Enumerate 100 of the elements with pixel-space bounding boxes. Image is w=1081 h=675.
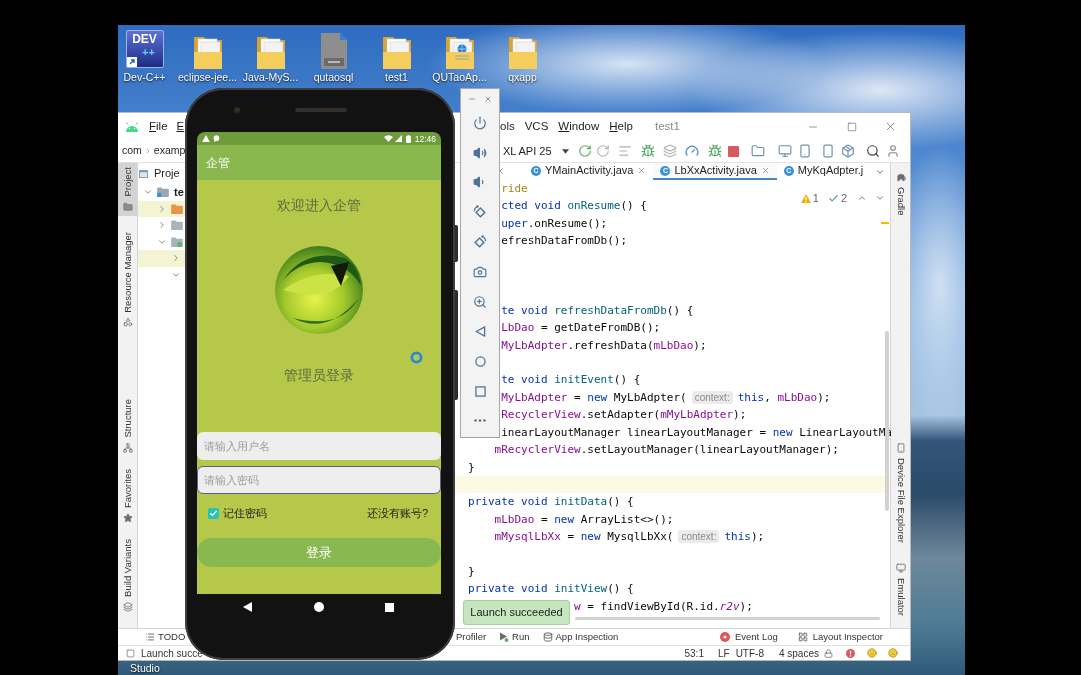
- breadcrumb-item[interactable]: com: [122, 143, 142, 159]
- tool-window-button[interactable]: Resource Manager: [118, 227, 137, 332]
- status-bar-item[interactable]: LF: [717, 645, 730, 661]
- list-icon: [145, 632, 155, 642]
- rotate-right-icon[interactable]: [473, 235, 487, 250]
- status-bar-item[interactable]: 4 spaces: [778, 645, 819, 661]
- scrollbar-thumb[interactable]: [575, 617, 880, 620]
- register-link[interactable]: 还没有账号?: [366, 504, 428, 522]
- phone-icon[interactable]: [820, 144, 835, 158]
- camera-icon[interactable]: [473, 264, 487, 279]
- tool-window-button[interactable]: Run: [499, 629, 530, 645]
- status-message[interactable]: Launch succe: [141, 645, 203, 661]
- tool-window-button[interactable]: Favorites: [118, 465, 137, 528]
- user-icon[interactable]: [885, 144, 900, 158]
- tool-window-button[interactable]: Event Log: [719, 629, 778, 645]
- folder-icon[interactable]: [750, 144, 765, 158]
- menu-item[interactable]: ols: [500, 117, 515, 136]
- layers-icon[interactable]: [662, 144, 677, 158]
- tool-window-button[interactable]: Device File Explorer: [891, 439, 910, 547]
- square-icon[interactable]: [385, 602, 394, 612]
- warning-icon[interactable]: [800, 193, 811, 203]
- parameter-hint: context:: [678, 530, 720, 544]
- code-text: uper.onResume();: [501, 215, 608, 232]
- close-icon[interactable]: [484, 94, 492, 103]
- tool-window-button[interactable]: Emulator: [891, 559, 910, 620]
- document-icon[interactable]: [319, 32, 348, 70]
- code-text: mRecyclerView.setLayoutManager(linearLayoutManager);: [494, 442, 839, 459]
- chevron-right-icon[interactable]: [157, 220, 167, 231]
- frown-icon[interactable]: [888, 648, 898, 658]
- status-bar-item[interactable]: UTF-8: [735, 645, 764, 661]
- search-icon[interactable]: [865, 144, 880, 158]
- check-icon: [209, 508, 218, 518]
- alert-circle-icon[interactable]: [846, 648, 855, 658]
- phone-icon[interactable]: [797, 144, 812, 158]
- lines-icon[interactable]: [617, 144, 632, 158]
- icon-label[interactable]: Dev-C++: [123, 71, 166, 84]
- heading-text: 管理员登录: [284, 366, 354, 384]
- text-field[interactable]: 请输入用户名: [197, 432, 441, 460]
- tool-window-button[interactable]: TODO: [145, 629, 186, 645]
- warning-count[interactable]: 1: [812, 190, 819, 207]
- close-icon[interactable]: [760, 166, 770, 175]
- side-button[interactable]: [455, 225, 458, 262]
- bug-icon[interactable]: [640, 144, 655, 158]
- rotate-arrow-icon[interactable]: [595, 144, 610, 158]
- volume-up-icon[interactable]: [473, 145, 487, 160]
- device-dropdown[interactable]: XL API 25: [500, 142, 569, 160]
- star-icon: [122, 513, 133, 524]
- icon-label[interactable]: Studio: [130, 662, 160, 674]
- icon-label[interactable]: eclipse-jee...: [178, 71, 237, 84]
- lock-icon[interactable]: [824, 648, 833, 658]
- monitor-icon: [895, 563, 906, 573]
- menu-item[interactable]: VCS: [524, 117, 549, 136]
- checkbox[interactable]: [208, 507, 219, 519]
- package-icon[interactable]: [840, 144, 855, 158]
- layout-grid-icon: [797, 632, 808, 642]
- menu-item[interactable]: File: [149, 117, 168, 136]
- circle-icon[interactable]: [314, 602, 324, 612]
- menu-item[interactable]: Help: [609, 117, 633, 136]
- chevron-right-icon[interactable]: [171, 253, 181, 264]
- app-logo[interactable]: DEV ++: [125, 30, 164, 68]
- close-icon[interactable]: [637, 166, 647, 175]
- close-icon[interactable]: [884, 120, 897, 133]
- menu-item[interactable]: E: [176, 117, 185, 136]
- monitor-icon[interactable]: [777, 144, 792, 158]
- weak-warning-count[interactable]: 2: [840, 190, 847, 207]
- zoom-in-icon[interactable]: [473, 294, 487, 309]
- text-field[interactable]: 请输入密码: [197, 466, 441, 494]
- tool-window-button[interactable]: Build Variants: [118, 535, 137, 616]
- icon-label[interactable]: test1: [385, 71, 408, 84]
- smile-icon[interactable]: [867, 648, 877, 658]
- tool-window-button[interactable]: Project: [118, 163, 137, 216]
- tool-window-button[interactable]: Gradle: [891, 169, 910, 220]
- icon-label[interactable]: QUTaoAp...: [432, 71, 487, 84]
- stop-icon[interactable]: [727, 145, 739, 157]
- rotate-arrow-icon[interactable]: [577, 144, 592, 158]
- ellipsis-icon[interactable]: [474, 419, 486, 423]
- rotate-left-icon[interactable]: [473, 205, 487, 220]
- highlighted-tree-row[interactable]: [138, 200, 185, 217]
- database-icon: [542, 632, 553, 642]
- robot-head-icon: [125, 121, 139, 132]
- chat-bubble-icon: [213, 135, 220, 142]
- caret-down-icon: [561, 148, 569, 154]
- tool-window-button[interactable]: Layout Inspector: [797, 629, 883, 645]
- menu-item[interactable]: Window: [558, 117, 600, 136]
- status-bar-item[interactable]: 53:1: [684, 645, 704, 661]
- power-icon[interactable]: [473, 115, 487, 130]
- gauge-icon[interactable]: [684, 144, 699, 158]
- tool-window-button[interactable]: Structure: [118, 395, 137, 457]
- tree-item-label[interactable]: te: [174, 184, 184, 201]
- check-icon[interactable]: [827, 192, 839, 204]
- breadcrumb-item[interactable]: examp: [153, 143, 186, 159]
- icon-label[interactable]: qutaosql: [313, 71, 354, 84]
- chevron-right-icon[interactable]: [157, 203, 167, 214]
- checkbox-label[interactable]: 记住密码: [223, 504, 267, 522]
- maximize-icon[interactable]: [846, 121, 857, 132]
- tool-window-button[interactable]: App Inspection: [542, 629, 619, 645]
- tool-window-button[interactable]: Profiler: [456, 629, 487, 645]
- icon-label[interactable]: Java-MyS...: [242, 71, 299, 84]
- bug-icon[interactable]: [707, 144, 722, 158]
- triangle-icon[interactable]: [243, 602, 253, 612]
